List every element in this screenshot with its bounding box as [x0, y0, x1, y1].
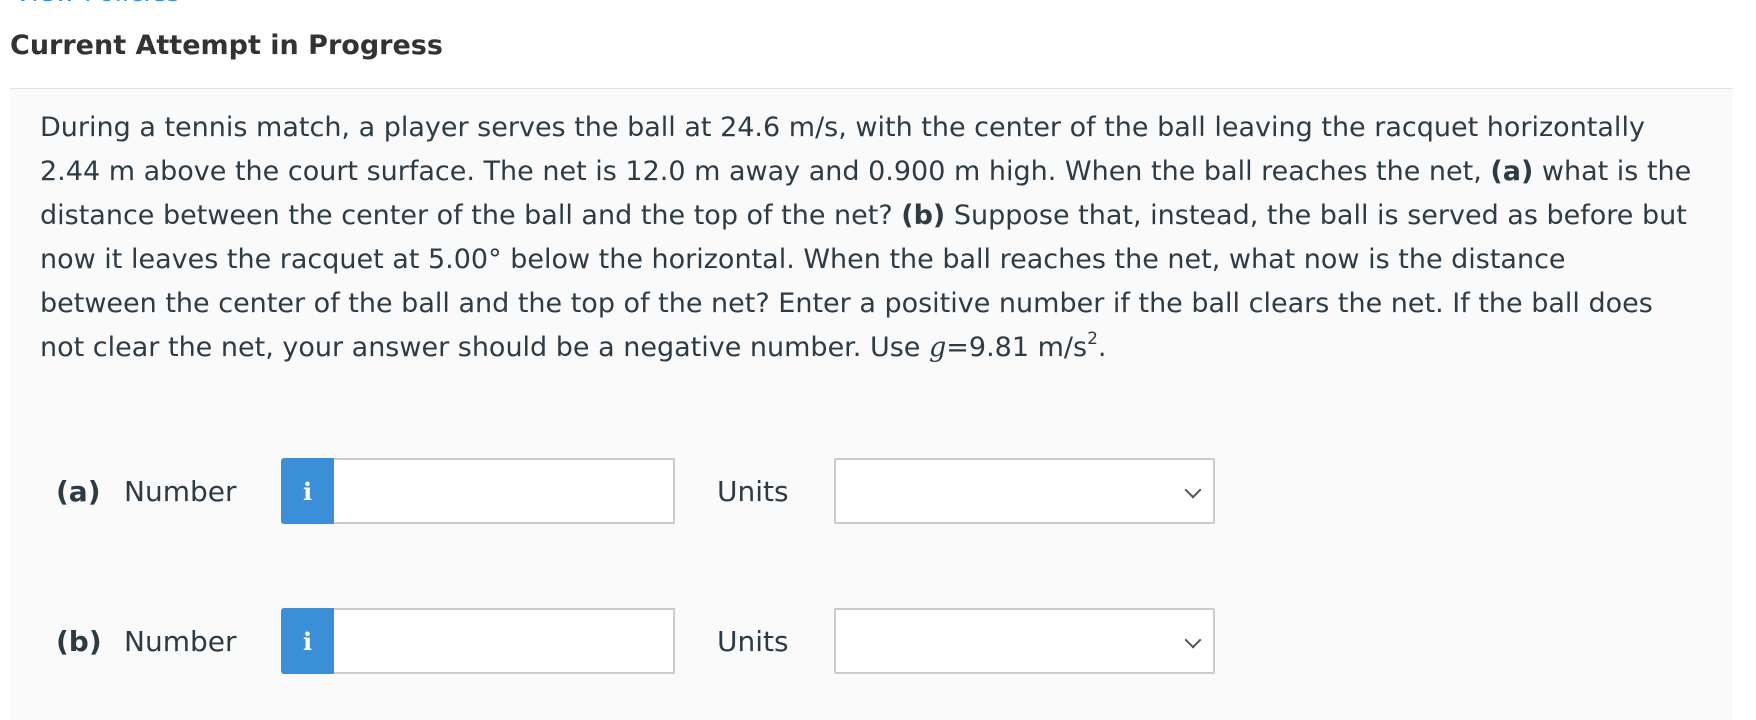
- chevron-down-icon: [1184, 631, 1202, 649]
- part-label: (b): [56, 625, 102, 658]
- units-label: Units: [717, 475, 789, 508]
- section-title: Current Attempt in Progress: [10, 30, 443, 61]
- question-line: distance between the center of the ball …: [40, 200, 1687, 231]
- question-line: During a tennis match, a player serves t…: [40, 112, 1645, 143]
- part-b-marker: (b): [901, 200, 946, 231]
- part-a-marker: (a): [1490, 156, 1534, 187]
- question-line: now it leaves the racquet at 5.00° below…: [40, 244, 1566, 275]
- question-line: between the center of the ball and the t…: [40, 288, 1653, 319]
- exponent: 2: [1087, 329, 1098, 349]
- page: View Policies Current Attempt in Progres…: [0, 0, 1756, 720]
- chevron-down-icon: [1184, 481, 1202, 499]
- answer-row-a: (a) Number i Units: [0, 458, 1300, 524]
- units-select-b[interactable]: [834, 608, 1215, 674]
- info-icon[interactable]: i: [281, 458, 334, 524]
- question-line: not clear the net, your answer should be…: [40, 329, 1107, 364]
- units-select-a[interactable]: [834, 458, 1215, 524]
- info-icon[interactable]: i: [281, 608, 334, 674]
- question-text: During a tennis match, a player serves t…: [40, 106, 1740, 370]
- number-input-b[interactable]: [334, 608, 675, 674]
- units-label: Units: [717, 625, 789, 658]
- question-line: 2.44 m above the court surface. The net …: [40, 156, 1692, 187]
- number-label: Number: [124, 625, 237, 658]
- answer-row-b: (b) Number i Units: [0, 608, 1300, 674]
- part-label: (a): [56, 475, 101, 508]
- gravity-variable: g: [929, 332, 947, 363]
- view-policies-link[interactable]: View Policies: [14, 0, 180, 8]
- number-input-a[interactable]: [334, 458, 675, 524]
- number-label: Number: [124, 475, 237, 508]
